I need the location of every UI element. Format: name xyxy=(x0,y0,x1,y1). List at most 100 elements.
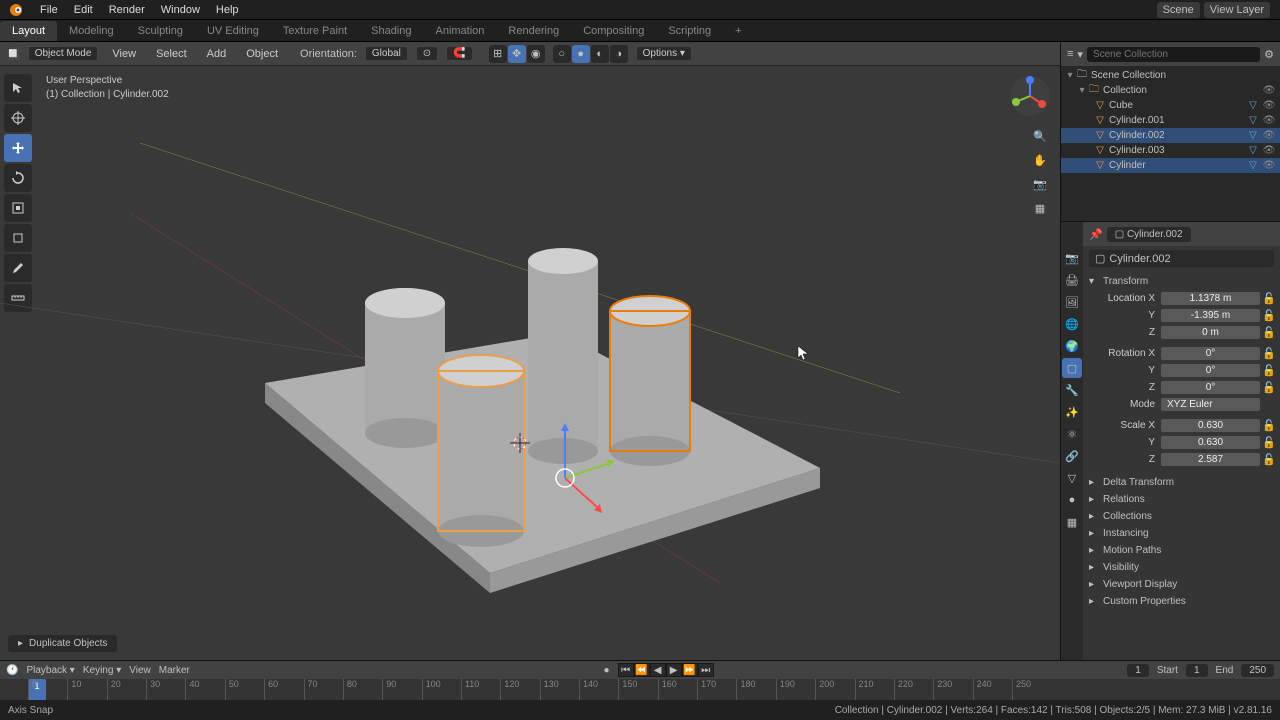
current-frame-field[interactable]: 1 xyxy=(1127,664,1149,677)
timeline-menu-keying[interactable]: Keying ▾ xyxy=(83,665,121,676)
visibility-icon[interactable]: 👁 xyxy=(1262,85,1276,96)
rotation-mode-dropdown[interactable]: XYZ Euler xyxy=(1161,398,1260,411)
tab-add[interactable]: + xyxy=(723,21,753,41)
menu-help[interactable]: Help xyxy=(208,2,247,18)
camera-button[interactable]: 📷 xyxy=(1030,174,1050,194)
autokey-icon[interactable]: ● xyxy=(604,665,610,676)
mode-dropdown[interactable]: Object Mode xyxy=(28,46,99,61)
section-instancing[interactable]: ▸Instancing xyxy=(1089,525,1274,542)
location-z-field[interactable]: 0 m xyxy=(1161,326,1260,339)
pan-button[interactable]: ✋ xyxy=(1030,150,1050,170)
scale-y-field[interactable]: 0.630 xyxy=(1161,436,1260,449)
viewport-3d[interactable]: User Perspective (1) Collection | Cylind… xyxy=(0,66,1060,660)
tab-world-icon[interactable]: 🌍 xyxy=(1062,336,1082,356)
tab-layout[interactable]: Layout xyxy=(0,21,57,41)
tab-particles-icon[interactable]: ✨ xyxy=(1062,402,1082,422)
tab-modifiers-icon[interactable]: 🔧 xyxy=(1062,380,1082,400)
tab-texture-paint[interactable]: Texture Paint xyxy=(271,21,359,41)
outliner-item-cylinder003[interactable]: ▽ Cylinder.003 ▽ 👁 xyxy=(1061,143,1280,158)
pivot-dropdown[interactable]: ⊙ xyxy=(416,46,438,61)
select-gizmo-icon[interactable]: ⊞ xyxy=(489,45,507,63)
scale-x-field[interactable]: 0.630 xyxy=(1161,419,1260,432)
tab-scripting[interactable]: Scripting xyxy=(656,21,723,41)
rotation-z-field[interactable]: 0° xyxy=(1161,381,1260,394)
keyframe-prev-icon[interactable]: ⏪ xyxy=(634,663,650,677)
outliner-item-cylinder001[interactable]: ▽ Cylinder.001 ▽ 👁 xyxy=(1061,113,1280,128)
tab-sculpting[interactable]: Sculpting xyxy=(126,21,195,41)
outliner-collection[interactable]: ▾ 🗀 Collection 👁 xyxy=(1061,83,1280,98)
object-name-field[interactable]: ▢ Cylinder.002 xyxy=(1089,250,1274,267)
tab-shading[interactable]: Shading xyxy=(359,21,423,41)
viewport-menu-view[interactable]: View xyxy=(106,46,142,62)
section-collections[interactable]: ▸Collections xyxy=(1089,508,1274,525)
keyframe-next-icon[interactable]: ⏩ xyxy=(682,663,698,677)
tab-object-icon[interactable]: ▢ xyxy=(1062,358,1082,378)
tab-texture-icon[interactable]: ▦ xyxy=(1062,512,1082,532)
timeline-track[interactable]: 1 01020304050607080901001101201301401501… xyxy=(0,679,1280,701)
tab-scene-icon[interactable]: 🌐 xyxy=(1062,314,1082,334)
lock-icon[interactable]: 🔓 xyxy=(1262,347,1274,360)
move-gizmo-icon[interactable]: ✥ xyxy=(508,45,526,63)
section-visibility[interactable]: ▸Visibility xyxy=(1089,559,1274,576)
start-frame-field[interactable]: 1 xyxy=(1186,664,1208,677)
zoom-button[interactable]: 🔍 xyxy=(1030,126,1050,146)
visibility-icon[interactable]: 👁 xyxy=(1262,145,1276,156)
outliner-item-cylinder[interactable]: ▽ Cylinder ▽ 👁 xyxy=(1061,158,1280,173)
lock-icon[interactable]: 🔓 xyxy=(1262,364,1274,377)
end-frame-field[interactable]: 250 xyxy=(1241,664,1274,677)
timeline-menu-playback[interactable]: Playback ▾ xyxy=(26,665,74,676)
section-custom-properties[interactable]: ▸Custom Properties xyxy=(1089,593,1274,610)
perspective-button[interactable]: ▦ xyxy=(1030,198,1050,218)
viewport-menu-object[interactable]: Object xyxy=(240,46,284,62)
visibility-icon[interactable]: 👁 xyxy=(1262,115,1276,126)
visibility-icon[interactable]: 👁 xyxy=(1262,160,1276,171)
tab-animation[interactable]: Animation xyxy=(424,21,497,41)
rotation-x-field[interactable]: 0° xyxy=(1161,347,1260,360)
menu-edit[interactable]: Edit xyxy=(66,2,101,18)
section-transform[interactable]: ▾Transform xyxy=(1089,273,1274,290)
tab-material-icon[interactable]: ● xyxy=(1062,490,1082,510)
overlay-toggle-icon[interactable]: ◉ xyxy=(527,45,545,63)
section-viewport-display[interactable]: ▸Viewport Display xyxy=(1089,576,1274,593)
location-x-field[interactable]: 1.1378 m xyxy=(1161,292,1260,305)
matprev-shade-icon[interactable]: ◐ xyxy=(591,45,609,63)
tab-modeling[interactable]: Modeling xyxy=(57,21,126,41)
scale-z-field[interactable]: 2.587 xyxy=(1161,453,1260,466)
timeline-menu-view[interactable]: View xyxy=(129,665,151,676)
viewlayer-selector[interactable]: View Layer xyxy=(1204,2,1270,18)
tab-compositing[interactable]: Compositing xyxy=(571,21,656,41)
lock-icon[interactable]: 🔓 xyxy=(1262,292,1274,305)
outliner-mode-icon[interactable]: ▾ xyxy=(1077,48,1083,61)
tab-output-icon[interactable]: 🖨 xyxy=(1062,270,1082,290)
rendered-shade-icon[interactable]: ◑ xyxy=(610,45,628,63)
lock-icon[interactable]: 🔓 xyxy=(1262,419,1274,432)
outliner-search[interactable] xyxy=(1087,47,1260,62)
snap-toggle[interactable]: 🧲 xyxy=(446,46,472,61)
tab-constraints-icon[interactable]: 🔗 xyxy=(1062,446,1082,466)
tab-render-icon[interactable]: 📷 xyxy=(1062,248,1082,268)
play-icon[interactable]: ▶ xyxy=(666,663,682,677)
pin-icon[interactable]: 📌 xyxy=(1089,228,1103,241)
viewport-menu-add[interactable]: Add xyxy=(201,46,233,62)
solid-shade-icon[interactable]: ● xyxy=(572,45,590,63)
filter-icon[interactable]: ⚙ xyxy=(1264,48,1274,61)
lock-icon[interactable]: 🔓 xyxy=(1262,436,1274,449)
jump-start-icon[interactable]: ⏮ xyxy=(618,663,634,677)
timeline-menu-marker[interactable]: Marker xyxy=(159,665,190,676)
lock-icon[interactable]: 🔓 xyxy=(1262,309,1274,322)
tab-mesh-icon[interactable]: ▽ xyxy=(1062,468,1082,488)
nav-gizmo[interactable] xyxy=(1008,74,1052,118)
lock-icon[interactable]: 🔓 xyxy=(1262,453,1274,466)
tab-rendering[interactable]: Rendering xyxy=(496,21,571,41)
tab-viewlayer-icon[interactable]: 🖼 xyxy=(1062,292,1082,312)
lock-icon[interactable]: 🔓 xyxy=(1262,381,1274,394)
editor-type-icon[interactable]: 🔲 xyxy=(6,47,20,60)
menu-file[interactable]: File xyxy=(32,2,66,18)
outliner-item-cube[interactable]: ▽ Cube ▽ 👁 xyxy=(1061,98,1280,113)
section-delta-transform[interactable]: ▸Delta Transform xyxy=(1089,474,1274,491)
tab-physics-icon[interactable]: ⚛ xyxy=(1062,424,1082,444)
visibility-icon[interactable]: 👁 xyxy=(1262,100,1276,111)
outliner-item-cylinder002[interactable]: ▽ Cylinder.002 ▽ 👁 xyxy=(1061,128,1280,143)
section-relations[interactable]: ▸Relations xyxy=(1089,491,1274,508)
breadcrumb-object[interactable]: ▢ Cylinder.002 xyxy=(1107,227,1191,242)
